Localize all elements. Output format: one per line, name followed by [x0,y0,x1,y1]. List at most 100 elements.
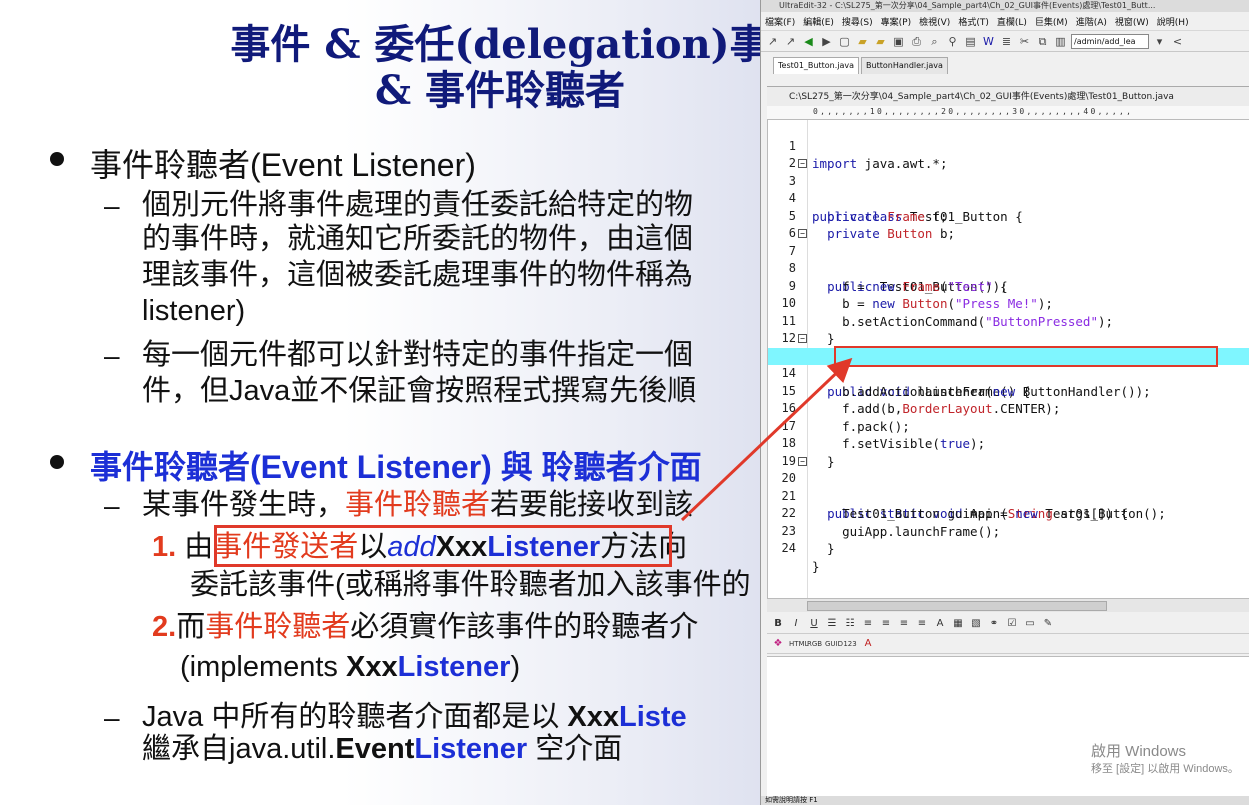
pointer-icon[interactable]: ↗ [765,34,780,49]
horizontal-scrollbar[interactable] [767,598,1249,612]
dropdown-icon[interactable]: ▾ [1152,34,1167,49]
fold-toggle-icon[interactable]: − [798,334,807,343]
menu-edit[interactable]: 編輯(E) [803,15,834,28]
menu-advanced[interactable]: 進階(A) [1076,15,1107,28]
code-line[interactable]: 22 guiApp.launchFrame(); [768,488,1249,539]
b1-dash1-line4: listener) [142,295,246,327]
form-icon[interactable]: ▭ [1023,618,1037,629]
menu-window[interactable]: 視窗(W) [1115,15,1149,28]
tools-icon[interactable]: ✎ [1041,618,1055,629]
b2-dash2-line1: Java 中所有的聆聽者介面都是以 XxxListe [142,700,687,734]
code-line[interactable]: 21 Test01_Button guiApp = new Test01_But… [768,470,1249,522]
save-icon[interactable]: ▣ [891,34,906,49]
bullets-icon[interactable]: ☰ [825,618,839,629]
find-icon[interactable]: ⚲ [945,34,960,49]
code-line[interactable]: 24 } [768,523,1249,574]
dash-mark: – [104,490,120,521]
code-line[interactable]: 7 − public Test01_Button() { [768,225,1249,294]
item2-l2-a: (implements [180,651,346,683]
pointer-alt-icon[interactable]: ↗ [783,34,798,49]
code-line[interactable]: 3 − public class Test01_Button { [768,155,1249,224]
page-icon[interactable]: ▤ [963,34,978,49]
code-line[interactable]: 23 } [768,505,1249,557]
justify-icon[interactable]: ≡ [915,618,929,629]
slide-title-line1: 事件 & 委任(delegation)事 [230,21,762,68]
highlight-box-method [214,525,672,567]
code-line[interactable]: 19 [768,435,1249,468]
bold-icon[interactable]: B [771,618,785,629]
underline-icon[interactable]: U [807,618,821,629]
toolbar-combo[interactable]: /admin/add_lea [1071,33,1149,49]
code-line[interactable]: 8 f = new Frame("Test"); [768,243,1249,294]
menu-search[interactable]: 搜尋(S) [842,15,873,28]
b2-dash2-line2: 繼承自java.util.EventListener 空介面 [142,732,622,766]
code-line[interactable]: 10 b.setActionCommand("ButtonPressed"); [768,278,1249,329]
code-line[interactable]: 9 b = new Button("Press Me!"); [768,260,1249,312]
paste-icon[interactable]: ▥ [1053,34,1068,49]
checkbox-icon[interactable]: ☑ [1005,618,1019,629]
font-color-icon[interactable]: A [933,618,947,629]
word-wrap-icon[interactable]: W [981,34,996,49]
menu-project[interactable]: 專案(P) [881,15,911,28]
code-line[interactable]: 6 [768,208,1249,240]
open-recent-icon[interactable]: ▰ [873,34,888,49]
number-icon[interactable]: 123 [843,640,857,648]
tab-test01-button[interactable]: Test01_Button.java [773,57,860,74]
font-icon[interactable]: A [861,638,875,649]
menu-column[interactable]: 直欄(L) [997,15,1027,28]
code-line[interactable]: 12 [768,313,1249,345]
align-center-icon[interactable]: ≡ [879,618,893,629]
menu-file[interactable]: 檔案(F) [765,15,795,28]
color-picker-icon[interactable]: ❖ [771,638,785,649]
code-line[interactable]: 11 } [768,295,1249,347]
print-icon[interactable]: ⎙ [909,34,924,49]
back-arrow-icon[interactable]: ◀ [801,34,816,49]
align-right-icon[interactable]: ≡ [897,618,911,629]
menu-view[interactable]: 檢視(V) [919,15,950,28]
ruler-scale: 0,,,,,,,10,,,,,,,,20,,,,,,,,30,,,,,,,,40… [813,107,1134,116]
comment-icon[interactable]: < [1170,34,1185,49]
html-icon[interactable]: HTML [789,640,808,648]
menu-macro[interactable]: 巨集(M) [1035,15,1068,28]
menu-format[interactable]: 格式(T) [958,15,989,28]
code-line[interactable]: 1 import java.awt.*; [768,120,1249,172]
copy-icon[interactable]: ⧉ [1035,34,1050,49]
forward-arrow-icon[interactable]: ▶ [819,34,834,49]
tab-button-handler[interactable]: ButtonHandler.java [861,57,948,74]
code-line[interactable]: 5 private Button b; [768,190,1249,242]
table-icon[interactable]: ▦ [951,618,965,629]
fold-toggle-icon[interactable]: − [798,229,807,238]
open-folder-icon[interactable]: ▰ [855,34,870,49]
fold-toggle-icon[interactable]: − [798,456,807,466]
code-line[interactable]: 17 f.setVisible(true); [768,400,1249,452]
link-icon[interactable]: ⚭ [987,618,1001,629]
code-line[interactable]: 13 − public void launchFrame() { [768,330,1249,399]
bullet-dot [50,455,64,469]
slide-title-line2: & 事件聆聽者 [374,67,626,114]
rgb-icon[interactable]: RGB [807,640,822,648]
code-line[interactable]: 16 f.pack(); [768,383,1249,434]
ultraedit-window: UltraEdit-32 - C:\SL275_第一次分享\04_Sample_… [760,0,1249,805]
b2-dash1-text-c: 若要能接收到該 [490,489,694,521]
guid-icon[interactable]: GUID [825,640,843,648]
item1-text-a: 由 [184,531,214,563]
numbering-icon[interactable]: ☷ [843,618,857,629]
align-left-icon[interactable]: ≡ [861,618,875,629]
item2-listener: 事件聆聽者 [205,611,351,643]
code-line[interactable]: 15 f.add(b,BorderLayout.CENTER); [768,365,1249,417]
code-line[interactable]: 18 } [768,418,1249,469]
fold-toggle-icon[interactable]: − [798,159,807,168]
menu-help[interactable]: 說明(H) [1157,15,1189,28]
list-icon[interactable]: ≣ [999,34,1014,49]
status-bar: 如需說明請按 F1 [761,796,1249,805]
image-icon[interactable]: ▧ [969,618,983,629]
code-line[interactable]: 20 − public static void main(String args… [768,453,1249,521]
code-line[interactable]: 4 private Frame f; [768,173,1249,224]
code-line[interactable]: 2 [768,138,1249,170]
cut-icon[interactable]: ✂ [1017,34,1032,49]
new-file-icon[interactable]: ▢ [837,34,852,49]
italic-icon[interactable]: I [789,618,803,629]
code-editor[interactable]: 1 import java.awt.*; 2 3 − public class … [767,120,1249,598]
scrollbar-thumb[interactable] [807,601,1107,611]
print-preview-icon[interactable]: ⌕ [927,34,942,49]
